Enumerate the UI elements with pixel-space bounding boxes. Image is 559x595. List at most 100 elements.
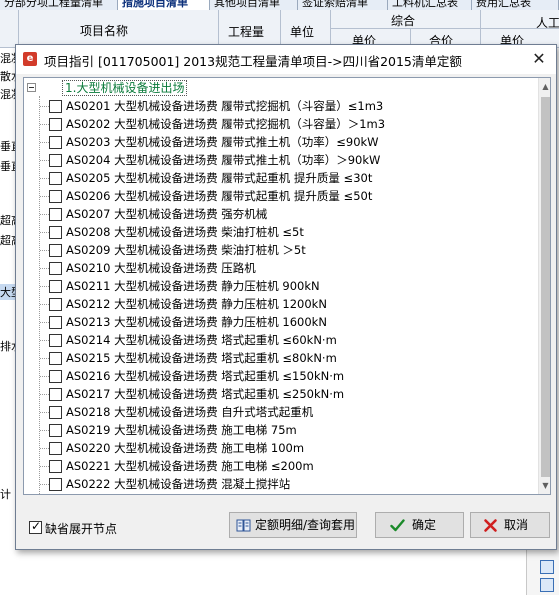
tree-item-checkbox[interactable] xyxy=(49,388,62,401)
scroll-up-arrow-icon[interactable]: ▲ xyxy=(539,78,550,95)
tree-item-checkbox[interactable] xyxy=(49,424,62,437)
tree-item-label[interactable]: AS0221 大型机械设备进场费 施工电梯 ≤200m xyxy=(66,459,314,473)
tree-item-checkbox[interactable] xyxy=(49,136,62,149)
tree-item-label[interactable]: AS0222 大型机械设备进场费 混凝土搅拌站 xyxy=(66,477,290,491)
tree-item-checkbox[interactable] xyxy=(49,118,62,131)
tree-item-label[interactable]: AS0211 大型机械设备进场费 静力压桩机 900kN xyxy=(66,279,320,293)
tree-item[interactable]: AS0221 大型机械设备进场费 施工电梯 ≤200m xyxy=(24,457,538,475)
tree-item-label[interactable]: AS0207 大型机械设备进场费 强夯机械 xyxy=(66,207,267,221)
quota-tree: 1.大型机械设备进出场 AS0201 大型机械设备进场费 履带式挖掘机（斗容量）… xyxy=(23,77,551,495)
cancel-button[interactable]: 取消 xyxy=(470,512,550,538)
tree-item-label[interactable]: AS0203 大型机械设备进场费 履带式推土机（功率）≤90kW xyxy=(66,135,379,149)
tree-item-checkbox[interactable] xyxy=(49,172,62,185)
tree-item-label[interactable]: AS0212 大型机械设备进场费 静力压桩机 1200kN xyxy=(66,297,327,311)
tree-item-checkbox[interactable] xyxy=(49,280,62,293)
collapse-icon[interactable] xyxy=(27,83,36,92)
tab-material-summary[interactable]: 工料机汇总表 xyxy=(388,0,472,10)
project-guide-dialog: e 项目指引 [011705001] 2013规范工程量清单项目->四川省201… xyxy=(15,44,557,550)
tree-item[interactable]: AS0215 大型机械设备进场费 塔式起重机 ≤80kN·m xyxy=(24,349,538,367)
tree-connector xyxy=(40,106,49,107)
tree-item[interactable]: AS0209 大型机械设备进场费 柴油打桩机 ＞5t xyxy=(24,241,538,259)
tree-item-checkbox[interactable] xyxy=(49,370,62,383)
vertical-scrollbar[interactable]: ▲ ▼ xyxy=(538,78,550,494)
header-quantity: 工程量 xyxy=(228,25,265,39)
tree-item-label[interactable]: AS0214 大型机械设备进场费 塔式起重机 ≤60kN·m xyxy=(66,333,337,347)
toolbar-doc-icon[interactable] xyxy=(540,560,554,574)
tree-root-node[interactable]: 1.大型机械设备进出场 xyxy=(24,79,538,97)
tree-item-label[interactable]: AS0216 大型机械设备进场费 塔式起重机 ≤150kN·m xyxy=(66,369,344,383)
dialog-title-bar[interactable]: e 项目指引 [011705001] 2013规范工程量清单项目->四川省201… xyxy=(16,45,556,74)
tree-item-checkbox[interactable] xyxy=(49,460,62,473)
expand-default-label[interactable]: 缺省展开节点 xyxy=(45,520,117,537)
tree-item-label[interactable]: AS0219 大型机械设备进场费 施工电梯 75m xyxy=(66,423,297,437)
tree-item-checkbox[interactable] xyxy=(49,442,62,455)
tree-item-label[interactable]: AS0201 大型机械设备进场费 履带式挖掘机（斗容量）≤1m3 xyxy=(66,99,383,113)
tree-item[interactable]: AS0208 大型机械设备进场费 柴油打桩机 ≤5t xyxy=(24,223,538,241)
tree-connector xyxy=(40,484,49,485)
grid-divider xyxy=(218,10,219,48)
ok-button[interactable]: 确定 xyxy=(375,512,464,538)
tree-item-label[interactable]: AS0208 大型机械设备进场费 柴油打桩机 ≤5t xyxy=(66,225,304,239)
tree-item[interactable]: AS0211 大型机械设备进场费 静力压桩机 900kN xyxy=(24,277,538,295)
tree-item-checkbox[interactable] xyxy=(49,316,62,329)
tree-item-checkbox[interactable] xyxy=(49,406,62,419)
tree-item-checkbox[interactable] xyxy=(49,226,62,239)
tree-item-label[interactable]: AS0204 大型机械设备进场费 履带式推土机（功率）＞90kW xyxy=(66,153,380,167)
tree-item-label[interactable]: AS0205 大型机械设备进场费 履带式起重机 提升质量 ≤30t xyxy=(66,171,372,185)
tab-measures-list[interactable]: 措施项目清单 xyxy=(118,0,210,10)
tree-item[interactable]: AS0201 大型机械设备进场费 履带式挖掘机（斗容量）≤1m3 xyxy=(24,97,538,115)
tree-item-label[interactable]: AS0202 大型机械设备进场费 履带式挖掘机（斗容量）＞1m3 xyxy=(66,117,385,131)
tree-item-label[interactable]: AS0218 大型机械设备进场费 自升式塔式起重机 xyxy=(66,405,313,419)
tab-cost-summary[interactable]: 费用汇总表 xyxy=(472,0,559,10)
close-button[interactable]: ✕ xyxy=(528,49,550,69)
header-unit: 单位 xyxy=(290,25,315,39)
tree-item[interactable]: AS0214 大型机械设备进场费 塔式起重机 ≤60kN·m xyxy=(24,331,538,349)
tree-item-checkbox[interactable] xyxy=(49,208,62,221)
tree-item[interactable]: AS0216 大型机械设备进场费 塔式起重机 ≤150kN·m xyxy=(24,367,538,385)
tree-item-label[interactable]: AS0220 大型机械设备进场费 施工电梯 100m xyxy=(66,441,304,455)
tree-item[interactable]: AS0206 大型机械设备进场费 履带式起重机 提升质量 ≤50t xyxy=(24,187,538,205)
expand-default-checkbox[interactable]: ✓ xyxy=(29,519,42,534)
scroll-down-arrow-icon[interactable]: ▼ xyxy=(539,477,550,494)
tree-item-checkbox[interactable] xyxy=(49,298,62,311)
tree-item[interactable]: AS0205 大型机械设备进场费 履带式起重机 提升质量 ≤30t xyxy=(24,169,538,187)
tree-item-checkbox[interactable] xyxy=(49,190,62,203)
tree-item-label[interactable]: AS0206 大型机械设备进场费 履带式起重机 提升质量 ≤50t xyxy=(66,189,372,203)
tree-item[interactable]: AS0202 大型机械设备进场费 履带式挖掘机（斗容量）＞1m3 xyxy=(24,115,538,133)
tree-item-checkbox[interactable] xyxy=(49,100,62,113)
tree-item[interactable]: AS0217 大型机械设备进场费 塔式起重机 ≤250kN·m xyxy=(24,385,538,403)
tree-item-label[interactable]: AS0210 大型机械设备进场费 压路机 xyxy=(66,261,256,275)
tree-connector xyxy=(40,178,49,179)
tree-item[interactable]: AS0204 大型机械设备进场费 履带式推土机（功率）＞90kW xyxy=(24,151,538,169)
tree-item[interactable]: AS0219 大型机械设备进场费 施工电梯 75m xyxy=(24,421,538,439)
tree-item-label[interactable]: AS0215 大型机械设备进场费 塔式起重机 ≤80kN·m xyxy=(66,351,337,365)
tree-item-label[interactable]: AS0209 大型机械设备进场费 柴油打桩机 ＞5t xyxy=(66,243,306,257)
header-composite: 综合 xyxy=(391,14,416,28)
tree-item-label[interactable]: AS0213 大型机械设备进场费 静力压桩机 1600kN xyxy=(66,315,327,329)
tree-item[interactable]: AS0218 大型机械设备进场费 自升式塔式起重机 xyxy=(24,403,538,421)
tree-item[interactable]: AS0207 大型机械设备进场费 强夯机械 xyxy=(24,205,538,223)
tree-connector xyxy=(40,376,49,377)
tree-item-checkbox[interactable] xyxy=(49,352,62,365)
tree-item-label[interactable]: AS0217 大型机械设备进场费 塔式起重机 ≤250kN·m xyxy=(66,387,344,401)
scroll-thumb[interactable] xyxy=(541,97,550,477)
tab-other-items[interactable]: 其他项目清单 xyxy=(210,0,298,10)
tree-item[interactable]: AS0222 大型机械设备进场费 混凝土搅拌站 xyxy=(24,475,538,493)
tab-measures-items[interactable]: 分部分项工程量清单 xyxy=(0,0,118,10)
tree-item-checkbox[interactable] xyxy=(49,244,62,257)
tree-item[interactable]: AS0210 大型机械设备进场费 压路机 xyxy=(24,259,538,277)
tree-item-checkbox[interactable] xyxy=(49,262,62,275)
tree-root-label[interactable]: 1.大型机械设备进出场 xyxy=(62,80,188,96)
tree-item[interactable]: AS0212 大型机械设备进场费 静力压桩机 1200kN xyxy=(24,295,538,313)
tree-connector xyxy=(40,466,49,467)
tree-item-checkbox[interactable] xyxy=(49,154,62,167)
tab-visa-claims[interactable]: 签证索赔清单 xyxy=(298,0,388,10)
tree-item[interactable]: AS0203 大型机械设备进场费 履带式推土机（功率）≤90kW xyxy=(24,133,538,151)
quota-detail-button[interactable]: 定额明细/查询套用 xyxy=(229,512,357,538)
tree-item-checkbox[interactable] xyxy=(49,478,62,491)
tree-item[interactable]: AS0213 大型机械设备进场费 静力压桩机 1600kN xyxy=(24,313,538,331)
tree-item-checkbox[interactable] xyxy=(49,334,62,347)
tree-item[interactable]: AS0223 大型机械设备进场费 潜水钻孔机 xyxy=(24,493,538,494)
toolbar-doc-icon[interactable] xyxy=(540,578,554,592)
tree-item[interactable]: AS0220 大型机械设备进场费 施工电梯 100m xyxy=(24,439,538,457)
